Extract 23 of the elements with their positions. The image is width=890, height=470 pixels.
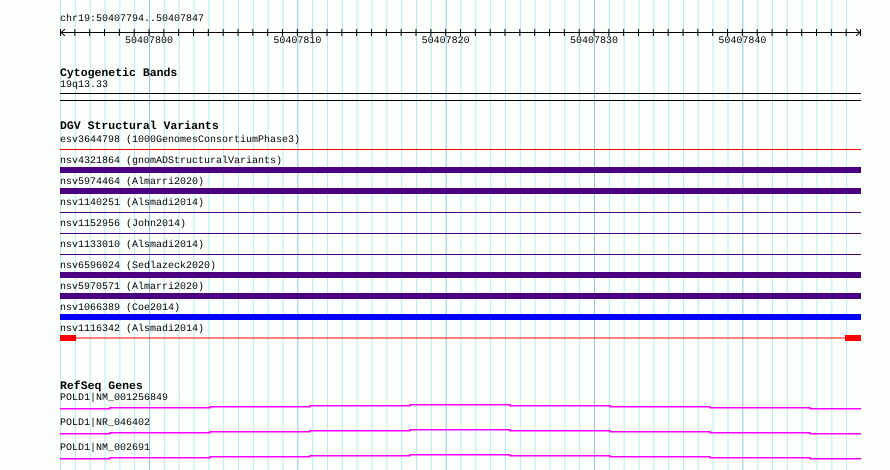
coordinate-label: 50407800: [125, 36, 173, 48]
variant-label: esv3644798 (1000GenomesConsortiumPhase3): [60, 134, 302, 146]
track-title: RefSeq Genes: [60, 381, 143, 393]
track-title: DGV Structural Variants: [60, 121, 220, 133]
variant-label: nsv5974464 (Almarri2020): [60, 176, 206, 188]
variant-label: nsv1133010 (Alsmadi2014): [60, 238, 206, 251]
track-title: Cytogenetic Bands: [60, 68, 178, 80]
variant-label: nsv6596024 (Sedlazeck2020): [60, 260, 218, 272]
variant-label: nsv1152956 (John2014): [60, 218, 188, 230]
gene-label: POLD1|NM_001256849: [60, 393, 170, 404]
coordinate-label: 50407830: [570, 36, 618, 48]
location-label: chr19:50407794..50407847: [60, 14, 206, 26]
coordinate-label: 50407810: [273, 36, 322, 48]
variant-label: nsv1066389 (Coe2014): [60, 302, 182, 314]
band-label: 19q13.33: [60, 80, 110, 91]
coordinate-label: 50407840: [718, 36, 766, 48]
gene-label: POLD1|NM_002691: [60, 443, 152, 454]
coordinate-label: 50407820: [422, 36, 470, 48]
variant-label: nsv4321864 (gnomADStructuralVariants): [60, 154, 284, 167]
variant-label: nsv1116342 (Alsmadi2014): [60, 322, 206, 335]
gene-label: POLD1|NR_046402: [60, 418, 152, 429]
variant-label: nsv5970571 (Almarri2020): [60, 280, 206, 293]
variant-label: nsv1140251 (Alsmadi2014): [60, 196, 206, 209]
